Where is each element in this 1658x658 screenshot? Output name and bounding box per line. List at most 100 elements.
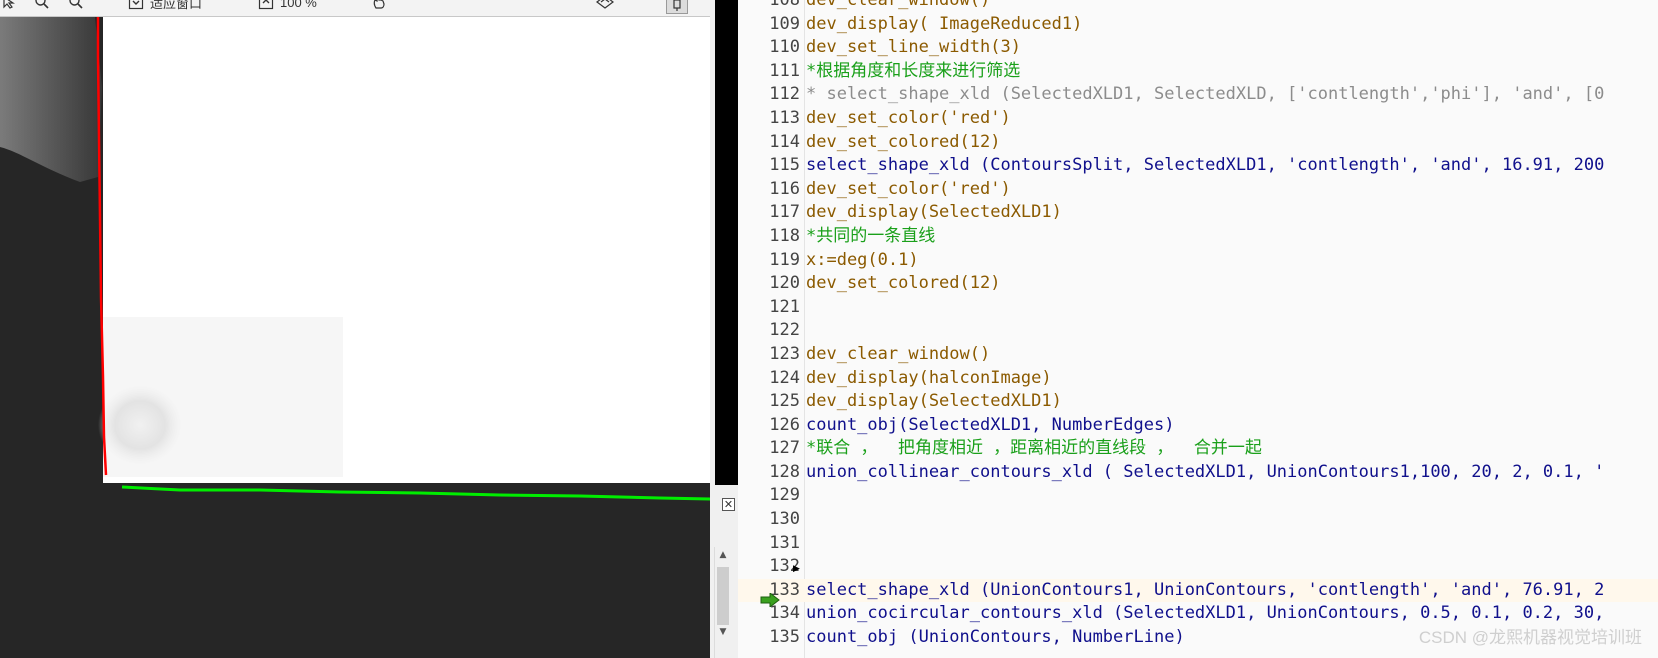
line-number: 110 (769, 37, 800, 58)
code-text[interactable]: *共同的一条直线 (806, 225, 935, 249)
code-text[interactable]: *联合 ， 把角度相近 ，距离相近的直线段 ， 合并一起 (806, 437, 1262, 461)
watermark: CSDN @龙熙机器视觉培训班 (1418, 628, 1642, 647)
code-text[interactable]: dev_set_color('red') (806, 107, 1011, 131)
code-line[interactable]: 131 (738, 532, 1658, 556)
image-canvas[interactable] (0, 17, 710, 658)
code-line[interactable]: 130 (738, 508, 1658, 532)
code-line[interactable]: 133 select_shape_xld (UnionContours1, Uni… (738, 578, 1658, 603)
code-text[interactable]: dev_clear_window() (806, 0, 990, 13)
code-text[interactable]: select_shape_xld (UnionContours1, UnionC… (806, 579, 1604, 603)
pointer-icon[interactable] (2, 0, 16, 10)
line-number: 111 (769, 60, 800, 81)
code-text[interactable]: select_shape_xld (ContoursSplit, Selecte… (806, 154, 1604, 178)
code-line[interactable]: 126 count_obj(SelectedXLD1, NumberEdges) (738, 414, 1658, 438)
code-text[interactable]: dev_set_colored(12) (806, 131, 1000, 155)
code-line[interactable]: 128 union_collinear_contours_xld ( Select… (738, 461, 1658, 485)
scroll-down-icon[interactable]: ▼ (715, 627, 731, 641)
fit-window-button[interactable]: 适应窗口 (128, 0, 202, 11)
line-number: 112 (769, 84, 800, 105)
code-text[interactable]: count_obj(SelectedXLD1, NumberEdges) (806, 414, 1174, 438)
zoom-out-icon[interactable] (68, 0, 84, 10)
line-number: 114 (769, 131, 800, 152)
code-line[interactable]: 123 dev_clear_window() (738, 343, 1658, 367)
scroll-up-icon[interactable]: ▲ (715, 550, 731, 564)
code-line[interactable]: 118 *共同的一条直线 (738, 225, 1658, 249)
line-number: 121 (769, 296, 800, 317)
code-line[interactable]: 117 dev_display(SelectedXLD1) (738, 201, 1658, 225)
code-lines: 108 dev_clear_window() 109 dev_display( Ima… (738, 0, 1658, 650)
line-number: 113 (769, 107, 800, 128)
program-editor[interactable]: 108 dev_clear_window() 109 dev_display( Ima… (738, 0, 1658, 658)
code-text[interactable]: *根据角度和长度来进行筛选 (806, 60, 1020, 84)
zoom-percent-select[interactable]: 100 % (258, 0, 317, 10)
line-number: 135 (769, 627, 800, 648)
code-text[interactable]: dev_clear_window() (806, 343, 990, 367)
zoom-percent-label: 100 % (280, 0, 317, 10)
line-number: 117 (769, 202, 800, 223)
code-line[interactable]: 127 *联合 ， 把角度相近 ，距离相近的直线段 ， 合并一起 (738, 437, 1658, 461)
line-number: 131 (769, 532, 800, 553)
code-line[interactable]: 132 (738, 555, 1658, 579)
vertical-scrollbar[interactable]: ▲ ▼ (714, 547, 731, 658)
code-line[interactable]: 115 select_shape_xld (ContoursSplit, Sele… (738, 154, 1658, 178)
hand-icon[interactable] (372, 0, 388, 10)
code-line[interactable]: 129 (738, 484, 1658, 508)
code-text[interactable]: dev_set_color('red') (806, 178, 1011, 202)
code-line[interactable]: 122 (738, 319, 1658, 343)
fit-window-icon (128, 0, 144, 10)
splitter-dark-panel (715, 0, 738, 485)
line-number: 115 (769, 155, 800, 176)
graphics-toolbar: 适应窗口 100 % (0, 0, 710, 17)
code-line[interactable]: 116 dev_set_color('red') (738, 178, 1658, 202)
insert-cursor-icon: ▶ (793, 563, 800, 573)
close-icon[interactable]: ✕ (722, 498, 735, 511)
line-number: 109 (769, 13, 800, 34)
line-number: 119 (769, 249, 800, 270)
zoom-in-icon[interactable] (34, 0, 50, 10)
line-number: 128 (769, 461, 800, 482)
graphics-window[interactable]: 适应窗口 100 % (0, 0, 710, 658)
code-line[interactable]: 114 dev_set_colored(12) (738, 131, 1658, 155)
code-line[interactable]: 110 dev_set_line_width(3) (738, 36, 1658, 60)
code-line[interactable]: 121 (738, 296, 1658, 320)
line-number: 129 (769, 485, 800, 506)
speckle-band (103, 317, 343, 477)
code-text[interactable]: dev_display(halconImage) (806, 367, 1052, 391)
zoom-percent-icon (258, 0, 274, 10)
line-number: 118 (769, 225, 800, 246)
code-line[interactable]: 113 dev_set_color('red') (738, 107, 1658, 131)
line-number: 126 (769, 414, 800, 435)
line-number: 124 (769, 367, 800, 388)
program-counter-arrow-icon (760, 593, 780, 607)
code-text[interactable]: x:=deg(0.1) (806, 249, 919, 273)
code-text[interactable]: count_obj (UnionContours, NumberLine) (806, 626, 1185, 650)
code-text[interactable]: dev_display(SelectedXLD1) (806, 201, 1062, 225)
code-line[interactable]: 109 dev_display( ImageReduced1) (738, 13, 1658, 37)
settings-icon[interactable] (596, 0, 614, 10)
line-number: 127 (769, 438, 800, 459)
line-number: 130 (769, 509, 800, 530)
code-line[interactable]: 108 dev_clear_window() (738, 0, 1658, 13)
dark-bottom-region (0, 483, 710, 658)
line-number: 122 (769, 320, 800, 341)
scroll-thumb[interactable] (717, 567, 729, 625)
code-text[interactable]: dev_display(SelectedXLD1) (806, 390, 1062, 414)
line-number: 108 (769, 0, 800, 10)
code-line[interactable]: 112 * select_shape_xld (SelectedXLD1, Sel… (738, 83, 1658, 107)
code-line[interactable]: 125 dev_display(SelectedXLD1) (738, 390, 1658, 414)
code-text[interactable]: union_collinear_contours_xld ( SelectedX… (806, 461, 1604, 485)
code-line[interactable]: 120 dev_set_colored(12) (738, 272, 1658, 296)
pin-button[interactable] (666, 0, 688, 14)
pin-icon (673, 0, 681, 11)
line-number: 125 (769, 391, 800, 412)
code-line[interactable]: 124 dev_display(halconImage) (738, 367, 1658, 391)
line-number: 116 (769, 178, 800, 199)
code-text[interactable]: dev_set_colored(12) (806, 272, 1000, 296)
code-line[interactable]: 111 *根据角度和长度来进行筛选 (738, 60, 1658, 84)
code-line[interactable]: 119 x:=deg(0.1) (738, 249, 1658, 273)
line-number: 123 (769, 343, 800, 364)
code-text[interactable]: dev_set_line_width(3) (806, 36, 1021, 60)
code-text[interactable]: * select_shape_xld (SelectedXLD1, Select… (806, 83, 1604, 107)
line-number: 120 (769, 273, 800, 294)
code-text[interactable]: dev_display( ImageReduced1) (806, 13, 1082, 37)
